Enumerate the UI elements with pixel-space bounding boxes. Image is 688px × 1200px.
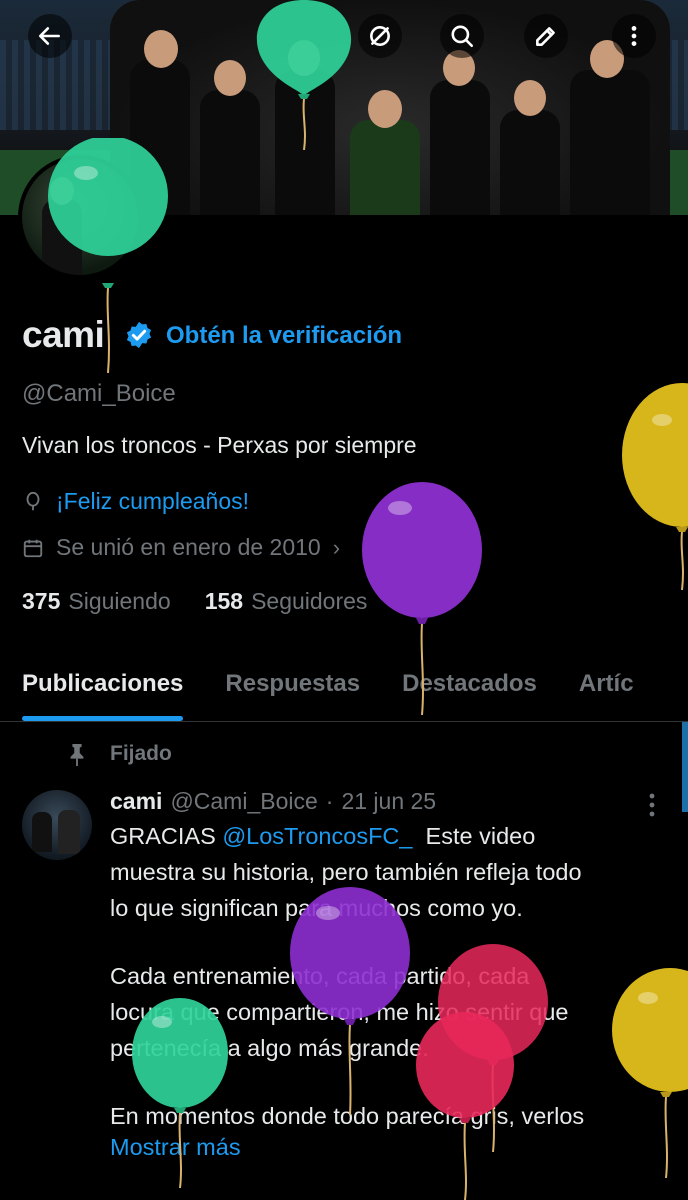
birthday-row[interactable]: ¡Feliz cumpleaños! — [22, 488, 249, 515]
post-author[interactable]: cami — [110, 788, 162, 815]
edit-button[interactable] — [524, 14, 568, 58]
tab-destacados[interactable]: Destacados — [402, 648, 537, 721]
mention-link[interactable]: @LosTroncosFC_ — [222, 823, 412, 849]
following-count[interactable]: 375 — [22, 588, 60, 615]
post-text-line: muestra su historia, pero también reflej… — [110, 859, 582, 885]
profile-avatar[interactable] — [18, 155, 142, 279]
hide-button[interactable] — [358, 14, 402, 58]
post-text-line: En momentos donde todo parecía gris, ver… — [110, 1103, 585, 1129]
followers-label[interactable]: Seguidores — [251, 588, 367, 615]
post-more-icon[interactable] — [640, 790, 664, 820]
chevron-right-icon: › — [332, 534, 341, 560]
post-avatar[interactable] — [22, 790, 92, 860]
tab-articulos[interactable]: Artíc — [579, 648, 634, 721]
post-text-fragment: GRACIAS — [110, 823, 223, 849]
show-more-link[interactable]: Mostrar más — [110, 1134, 241, 1161]
post-text-line: Cada entrenamiento, cada partido, cada — [110, 963, 530, 989]
verified-icon[interactable] — [124, 320, 154, 350]
post-text-line: GRACIAS @LosTroncosFC_ Este video — [110, 818, 670, 854]
profile-name: cami — [22, 314, 105, 355]
tab-respuestas[interactable]: Respuestas — [225, 648, 360, 721]
joined-text: Se unió en enero de 2010 — [56, 534, 321, 560]
post-handle[interactable]: @Cami_Boice — [170, 788, 317, 815]
search-icon — [451, 25, 474, 48]
more-options-button[interactable] — [612, 14, 656, 58]
follow-stats: 375 Siguiendo 158 Seguidores — [22, 588, 367, 615]
edit-icon — [536, 27, 555, 46]
post-date[interactable]: 21 jun 25 — [341, 788, 436, 815]
joined-row: Se unió en enero de 2010 › — [22, 534, 340, 561]
post-text-fragment: Este video — [412, 823, 536, 849]
birthday-text[interactable]: ¡Feliz cumpleaños! — [56, 488, 249, 515]
profile-bio: Vivan los troncos - Perxas por siempre — [22, 432, 417, 458]
post-text-line: pertenecía a algo más grande. — [110, 1035, 429, 1061]
post-text-line: lo que significan para muchos como yo. — [110, 895, 523, 921]
scrollbar[interactable] — [682, 722, 688, 812]
back-button[interactable] — [28, 14, 72, 58]
profile-tabs: Publicaciones Respuestas Destacados Artí… — [0, 648, 688, 722]
followers-count[interactable]: 158 — [205, 588, 243, 615]
post-header: cami @Cami_Boice · 21 jun 25 — [110, 788, 436, 815]
post-separator: · — [325, 788, 334, 814]
get-verified-link[interactable]: Obtén la verificación — [166, 322, 402, 350]
back-arrow-icon — [38, 27, 60, 45]
balloon-yellow-icon — [622, 383, 688, 590]
more-vertical-icon — [631, 26, 637, 46]
pinned-label: Fijado — [110, 742, 172, 765]
search-button[interactable] — [440, 14, 484, 58]
profile-handle: @Cami_Boice — [22, 380, 176, 407]
hide-icon — [370, 26, 390, 46]
balloon-icon — [26, 491, 40, 510]
post-text-line: locura que compartieron, me hizo sentir … — [110, 999, 569, 1025]
pin-icon — [70, 744, 84, 766]
tab-publicaciones[interactable]: Publicaciones — [22, 648, 184, 721]
following-label[interactable]: Siguiendo — [68, 588, 170, 615]
calendar-icon — [23, 539, 43, 557]
